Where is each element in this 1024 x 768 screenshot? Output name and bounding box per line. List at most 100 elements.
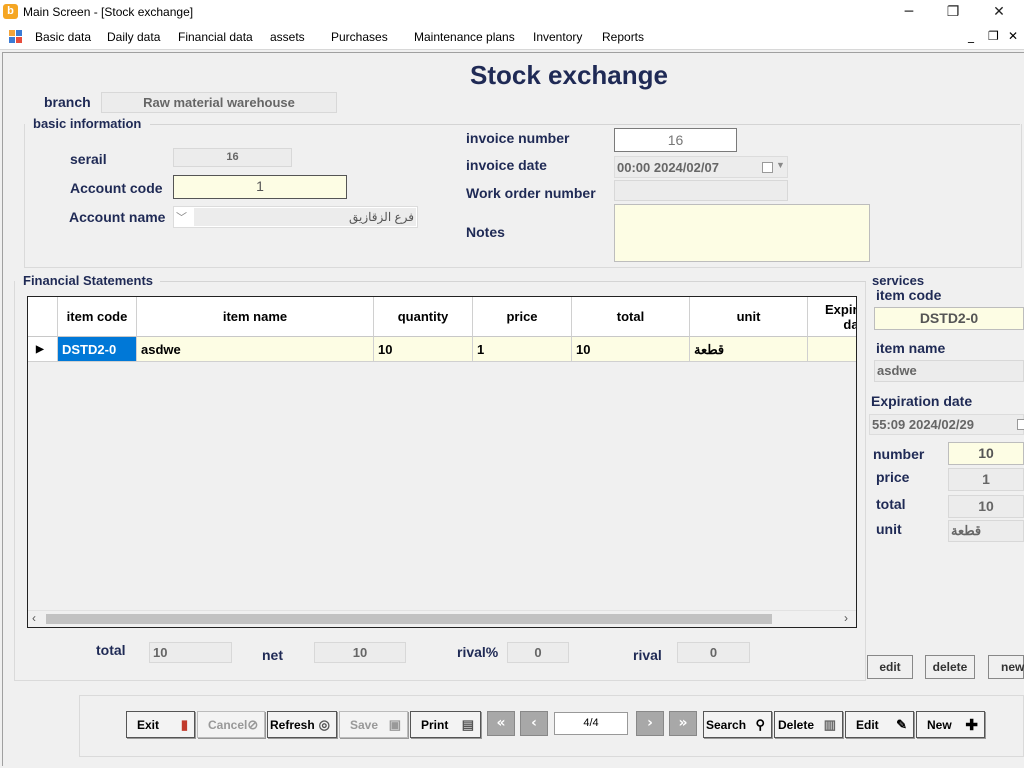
mdi-minimize-button[interactable]: _ — [968, 29, 974, 43]
column-header-quantity[interactable]: quantity — [374, 297, 473, 337]
menu-purchases[interactable]: Purchases — [331, 30, 388, 44]
rival-field[interactable]: 0 — [677, 642, 750, 663]
total-field: 10 — [149, 642, 232, 663]
table-cell-item-name[interactable]: asdwe — [137, 337, 374, 362]
print-button[interactable]: Print ▤ — [410, 711, 481, 738]
work-order-field[interactable] — [614, 180, 788, 201]
table-cell-item-code[interactable]: DSTD2-0 — [58, 337, 137, 362]
service-delete-button[interactable]: delete — [925, 655, 975, 679]
column-header-price[interactable]: price — [473, 297, 572, 337]
column-header-unit[interactable]: unit — [690, 297, 808, 337]
service-expiration-label: Expiration date — [871, 393, 973, 409]
menu-basic-data[interactable]: Basic data — [35, 30, 91, 44]
service-expiration-picker[interactable]: 55:09 2024/02/29 — [869, 414, 1024, 435]
chevron-down-icon: ﹀ — [176, 212, 187, 224]
page-title: Stock exchange — [470, 60, 668, 90]
record-position: 4/4 — [554, 712, 628, 735]
table-cell-expiration-date[interactable] — [808, 337, 856, 362]
column-header-item-code[interactable]: item code — [58, 297, 137, 337]
menu-maintenance-plans[interactable]: Maintenance plans — [414, 30, 515, 44]
account-name-select[interactable]: ﹀ فرع الزقازيق — [173, 206, 418, 228]
service-number-label: number — [873, 446, 925, 462]
menu-daily-data[interactable]: Daily data — [107, 30, 160, 44]
chevron-down-icon: ▼ — [776, 160, 785, 170]
search-button[interactable]: Search ⚲ — [703, 711, 772, 738]
app-icon: b — [3, 4, 18, 19]
invoice-date-picker[interactable]: 00:00 2024/02/07 ▼ — [614, 156, 788, 178]
cancel-button[interactable]: Cancel ⊘ — [197, 711, 265, 738]
next-record-button[interactable]: › — [636, 711, 664, 736]
save-button[interactable]: Save ▣ — [339, 711, 408, 738]
row-selector-icon[interactable]: ▶ — [28, 337, 58, 362]
table-cell-quantity[interactable]: 10 — [374, 337, 473, 362]
scroll-left-icon[interactable]: ‹ — [32, 611, 36, 625]
service-item-code-field[interactable]: DSTD2-0 — [874, 307, 1024, 330]
service-number-field[interactable]: 10 — [948, 442, 1024, 465]
delete-button[interactable]: Delete ▥ — [774, 711, 843, 738]
service-price-field: 1 — [948, 468, 1024, 491]
search-label: Search — [706, 717, 747, 732]
menu-financial-data[interactable]: Financial data — [178, 30, 253, 44]
service-item-name-label: item name — [876, 340, 946, 356]
row-header-corner — [28, 297, 58, 337]
service-expiration-value: 55:09 2024/02/29 — [872, 417, 974, 432]
refresh-button[interactable]: Refresh ◎ — [267, 711, 337, 738]
previous-record-button[interactable]: ‹ — [520, 711, 548, 736]
service-new-button[interactable]: new — [988, 655, 1024, 679]
new-button[interactable]: New ✚ — [916, 711, 985, 738]
invoice-number-field[interactable]: 16 — [614, 128, 737, 152]
service-unit-label: unit — [876, 521, 902, 537]
table-cell-total[interactable]: 10 — [572, 337, 690, 362]
menu-reports[interactable]: Reports — [602, 30, 644, 44]
service-item-name-field: asdwe — [874, 360, 1024, 382]
items-grid[interactable]: item code item name quantity price total… — [27, 296, 857, 628]
rival-label: rival — [633, 647, 662, 663]
service-total-label: total — [876, 496, 906, 512]
scrollbar-thumb[interactable] — [46, 614, 772, 624]
horizontal-scrollbar[interactable]: ‹ › — [28, 610, 856, 627]
cancel-icon: ⊘ — [247, 716, 259, 732]
scroll-right-icon[interactable]: › — [844, 611, 848, 625]
calendar-checkbox-icon[interactable] — [762, 162, 773, 173]
exit-button[interactable]: Exit ▮ — [126, 711, 195, 738]
refresh-icon: ◎ — [318, 716, 330, 732]
first-record-button[interactable]: « — [487, 711, 515, 736]
financial-divider — [160, 281, 866, 282]
column-header-expiration-date[interactable]: Expiration date — [808, 297, 856, 337]
net-field: 10 — [314, 642, 406, 663]
mdi-close-button[interactable]: ✕ — [1008, 29, 1018, 43]
column-header-total[interactable]: total — [572, 297, 690, 337]
rival-percent-field[interactable]: 0 — [507, 642, 569, 663]
last-record-button[interactable]: » — [669, 711, 697, 736]
maximize-button[interactable]: ❐ — [930, 0, 976, 24]
refresh-label: Refresh — [270, 717, 315, 732]
edit-button[interactable]: Edit ✎ — [845, 711, 914, 738]
new-label: New — [927, 717, 952, 732]
rival-percent-label: rival% — [457, 644, 499, 660]
menu-inventory[interactable]: Inventory — [533, 30, 582, 44]
column-header-item-name[interactable]: item name — [137, 297, 374, 337]
close-button[interactable]: ✕ — [976, 0, 1022, 24]
table-cell-unit[interactable]: قطعة — [690, 337, 808, 362]
account-name-label: Account name — [69, 209, 166, 225]
calendar-checkbox-icon[interactable] — [1017, 419, 1024, 430]
serial-field: 16 — [173, 148, 292, 167]
net-label: net — [262, 647, 283, 663]
branch-field[interactable]: Raw material warehouse — [101, 92, 337, 113]
notes-textarea[interactable] — [614, 204, 870, 262]
minimize-button[interactable]: ─ — [886, 0, 932, 24]
account-name-value: فرع الزقازيق — [194, 208, 416, 226]
printer-icon: ▤ — [461, 716, 474, 732]
search-icon: ⚲ — [755, 716, 765, 732]
mdi-restore-button[interactable]: ❐ — [988, 29, 999, 43]
table-cell-price[interactable]: 1 — [473, 337, 572, 362]
exit-label: Exit — [137, 717, 160, 732]
menu-assets[interactable]: assets — [270, 30, 305, 44]
work-order-label: Work order number — [466, 185, 596, 201]
invoice-date-label: invoice date — [466, 157, 547, 173]
serial-label: serail — [70, 151, 107, 167]
edit-label: Edit — [856, 717, 879, 732]
service-edit-button[interactable]: edit — [867, 655, 913, 679]
floppy-icon: ▣ — [388, 716, 401, 732]
account-code-input[interactable]: 1 — [173, 175, 347, 199]
